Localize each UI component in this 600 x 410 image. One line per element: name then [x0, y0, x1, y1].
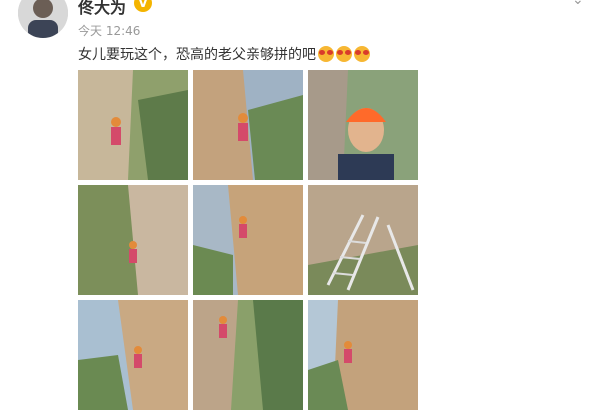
photo-thumbnail[interactable]	[78, 185, 188, 295]
verified-badge-icon: V	[134, 0, 152, 12]
scared-face-emoji-icon	[318, 46, 334, 62]
chevron-down-icon[interactable]: ⌄	[572, 0, 584, 8]
scared-face-emoji-icon	[354, 46, 370, 62]
post-timestamp: 今天 12:46	[78, 24, 141, 38]
scared-face-emoji-icon	[336, 46, 352, 62]
photo-thumbnail[interactable]	[193, 185, 303, 295]
post-text: 女儿要玩这个，恐高的老父亲够拼的吧	[78, 44, 370, 64]
photo-grid	[78, 70, 418, 410]
photo-thumbnail[interactable]	[308, 70, 418, 180]
username[interactable]: 佟大为	[78, 0, 126, 18]
photo-thumbnail[interactable]	[308, 185, 418, 295]
photo-thumbnail[interactable]	[78, 70, 188, 180]
photo-thumbnail[interactable]	[193, 70, 303, 180]
avatar[interactable]	[18, 0, 68, 38]
post-text-body: 女儿要玩这个，恐高的老父亲够拼的吧	[78, 47, 316, 63]
